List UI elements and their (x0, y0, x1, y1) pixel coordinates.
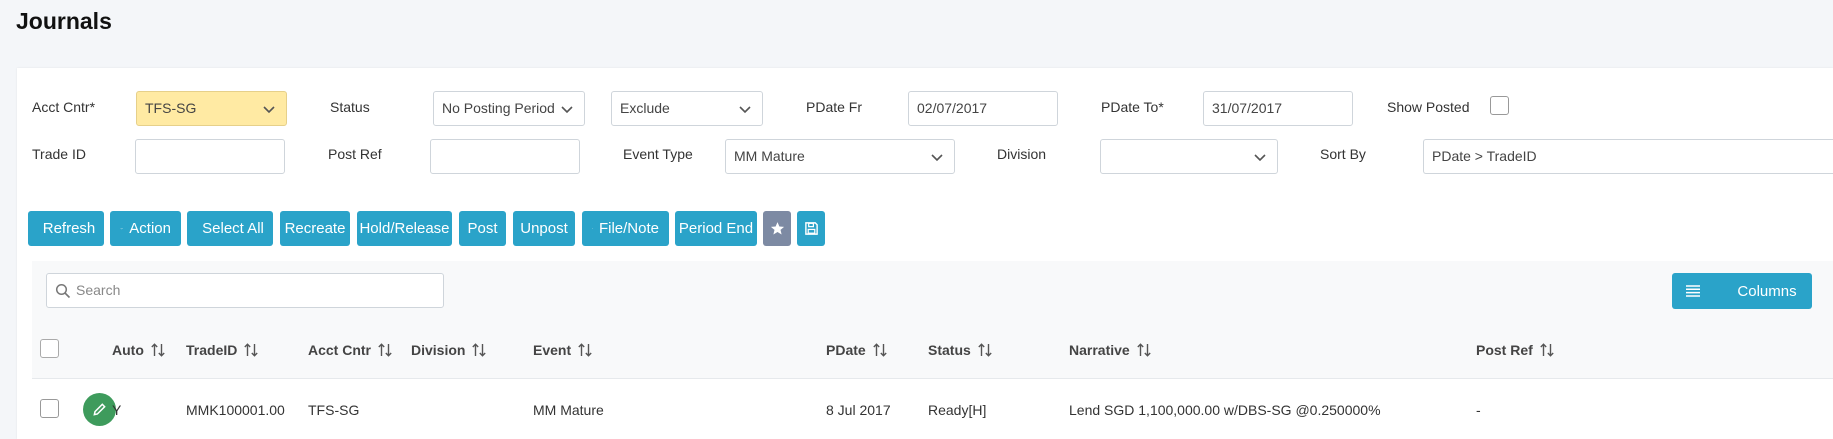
refresh-label: Refresh (42, 220, 96, 237)
column-header-status[interactable]: Status (928, 342, 993, 358)
sort-icon (978, 343, 992, 357)
cell-event: MM Mature (533, 402, 604, 418)
event-type-label: Event Type (623, 146, 693, 162)
chevron-down-icon (1254, 154, 1266, 162)
sort-by-label: Sort By (1320, 146, 1366, 162)
column-header-tradeid-label: TradeID (186, 342, 238, 358)
cell-tradeid: MMK100001.00 (186, 402, 285, 418)
pdate-to-input[interactable]: 31/07/2017 (1203, 91, 1353, 126)
trade-id-label: Trade ID (32, 146, 86, 162)
row-select-checkbox[interactable] (40, 399, 59, 418)
pdate-fr-input[interactable]: 02/07/2017 (908, 91, 1058, 126)
pdate-fr-label: PDate Fr (806, 99, 863, 115)
columns-label: Columns (1737, 282, 1797, 300)
file-note-label: File/Note (598, 220, 659, 237)
action-label: Action (129, 220, 171, 237)
division-label: Division (997, 146, 1047, 162)
trade-id-input[interactable] (135, 139, 285, 174)
period-end-button[interactable]: Period End (675, 211, 757, 246)
action-button[interactable]: Action (110, 211, 181, 246)
cell-auto: Y (112, 402, 122, 418)
pdate-to-label: PDate To* (1101, 99, 1164, 115)
cell-pdate: 8 Jul 2017 (826, 402, 891, 418)
sort-icon (244, 343, 259, 357)
sort-icon (872, 343, 887, 357)
unpost-label: Unpost (520, 220, 568, 237)
post-ref-label: Post Ref (328, 146, 382, 162)
event-type-value: MM Mature (734, 148, 805, 164)
event-type-select[interactable]: MM Mature (725, 139, 955, 174)
column-header-tradeid[interactable]: TradeID (186, 342, 259, 358)
sort-icon (151, 343, 165, 357)
column-header-pdate-label: PDate (826, 342, 866, 358)
list-icon (1686, 285, 1700, 297)
chevron-down-icon (931, 154, 943, 162)
sort-icon (472, 343, 487, 357)
columns-button[interactable]: Columns (1672, 273, 1812, 309)
column-header-division-label: Division (411, 342, 466, 358)
column-header-narrative[interactable]: Narrative (1069, 342, 1152, 358)
hold-release-button[interactable]: Hold/Release (357, 211, 452, 246)
column-header-narrative-label: Narrative (1069, 342, 1130, 358)
acct-cntr-select[interactable]: TFS-SG (136, 91, 287, 126)
search-icon (55, 283, 71, 299)
select-all-label: Select All (202, 220, 264, 237)
sort-icon (578, 343, 592, 357)
chevron-down-icon (263, 106, 275, 114)
hold-release-label: Hold/Release (359, 220, 450, 237)
post-button[interactable]: Post (459, 211, 506, 246)
status-select[interactable]: No Posting Period (433, 91, 585, 126)
star-icon (770, 222, 784, 235)
chevron-down-icon (120, 227, 123, 230)
column-header-event-label: Event (533, 342, 572, 358)
column-header-division[interactable]: Division (411, 342, 487, 358)
cell-narrative: Lend SGD 1,100,000.00 w/DBS-SG @0.250000… (1069, 402, 1381, 418)
show-posted-label: Show Posted (1387, 99, 1470, 115)
column-header-event[interactable]: Event (533, 342, 593, 358)
sort-icon (1540, 343, 1554, 357)
cell-status: Ready[H] (928, 402, 987, 418)
column-header-acct-cntr-label: Acct Cntr (308, 342, 372, 358)
post-label: Post (467, 220, 498, 237)
acct-cntr-value: TFS-SG (145, 100, 197, 116)
folder-open-icon (592, 228, 593, 229)
chevron-down-icon (739, 106, 751, 114)
recreate-label: Recreate (284, 220, 346, 237)
save-button[interactable] (797, 211, 825, 246)
refresh-button[interactable]: Refresh (28, 211, 104, 246)
select-all-button[interactable]: Select All (187, 211, 273, 246)
sort-icon (378, 343, 392, 357)
column-header-auto-label: Auto (112, 342, 144, 358)
column-header-post-ref[interactable]: Post Ref (1476, 342, 1555, 358)
column-header-post-ref-label: Post Ref (1476, 342, 1533, 358)
period-end-label: Period End (678, 220, 754, 237)
column-header-acct-cntr[interactable]: Acct Cntr (308, 342, 393, 358)
favorite-button[interactable] (763, 211, 791, 246)
unpost-button[interactable]: Unpost (513, 211, 575, 246)
sort-by-select[interactable]: PDate > TradeID (1423, 139, 1833, 174)
recreate-button[interactable]: Recreate (280, 211, 350, 246)
show-posted-checkbox[interactable] (1490, 96, 1509, 115)
post-ref-input[interactable] (430, 139, 580, 174)
column-header-pdate[interactable]: PDate (826, 342, 888, 358)
cell-acct-cntr: TFS-SG (308, 402, 360, 418)
sort-icon (1137, 343, 1151, 357)
status-label: Status (330, 99, 370, 115)
exclude-value: Exclude (620, 100, 670, 116)
division-select[interactable] (1100, 139, 1278, 174)
exclude-select[interactable]: Exclude (611, 91, 763, 126)
status-value: No Posting Period (442, 100, 555, 116)
file-note-button[interactable]: File/Note (582, 211, 669, 246)
acct-cntr-label: Acct Cntr* (32, 99, 96, 115)
pencil-icon (93, 403, 106, 416)
page-title: Journals (16, 8, 112, 34)
column-header-status-label: Status (928, 342, 971, 358)
save-icon (804, 222, 818, 235)
cell-post-ref: - (1476, 402, 1481, 418)
column-header-auto[interactable]: Auto (112, 342, 166, 358)
chevron-down-icon (561, 106, 573, 114)
select-all-rows-checkbox[interactable] (40, 339, 59, 358)
table-search-input[interactable]: Search (46, 273, 444, 308)
